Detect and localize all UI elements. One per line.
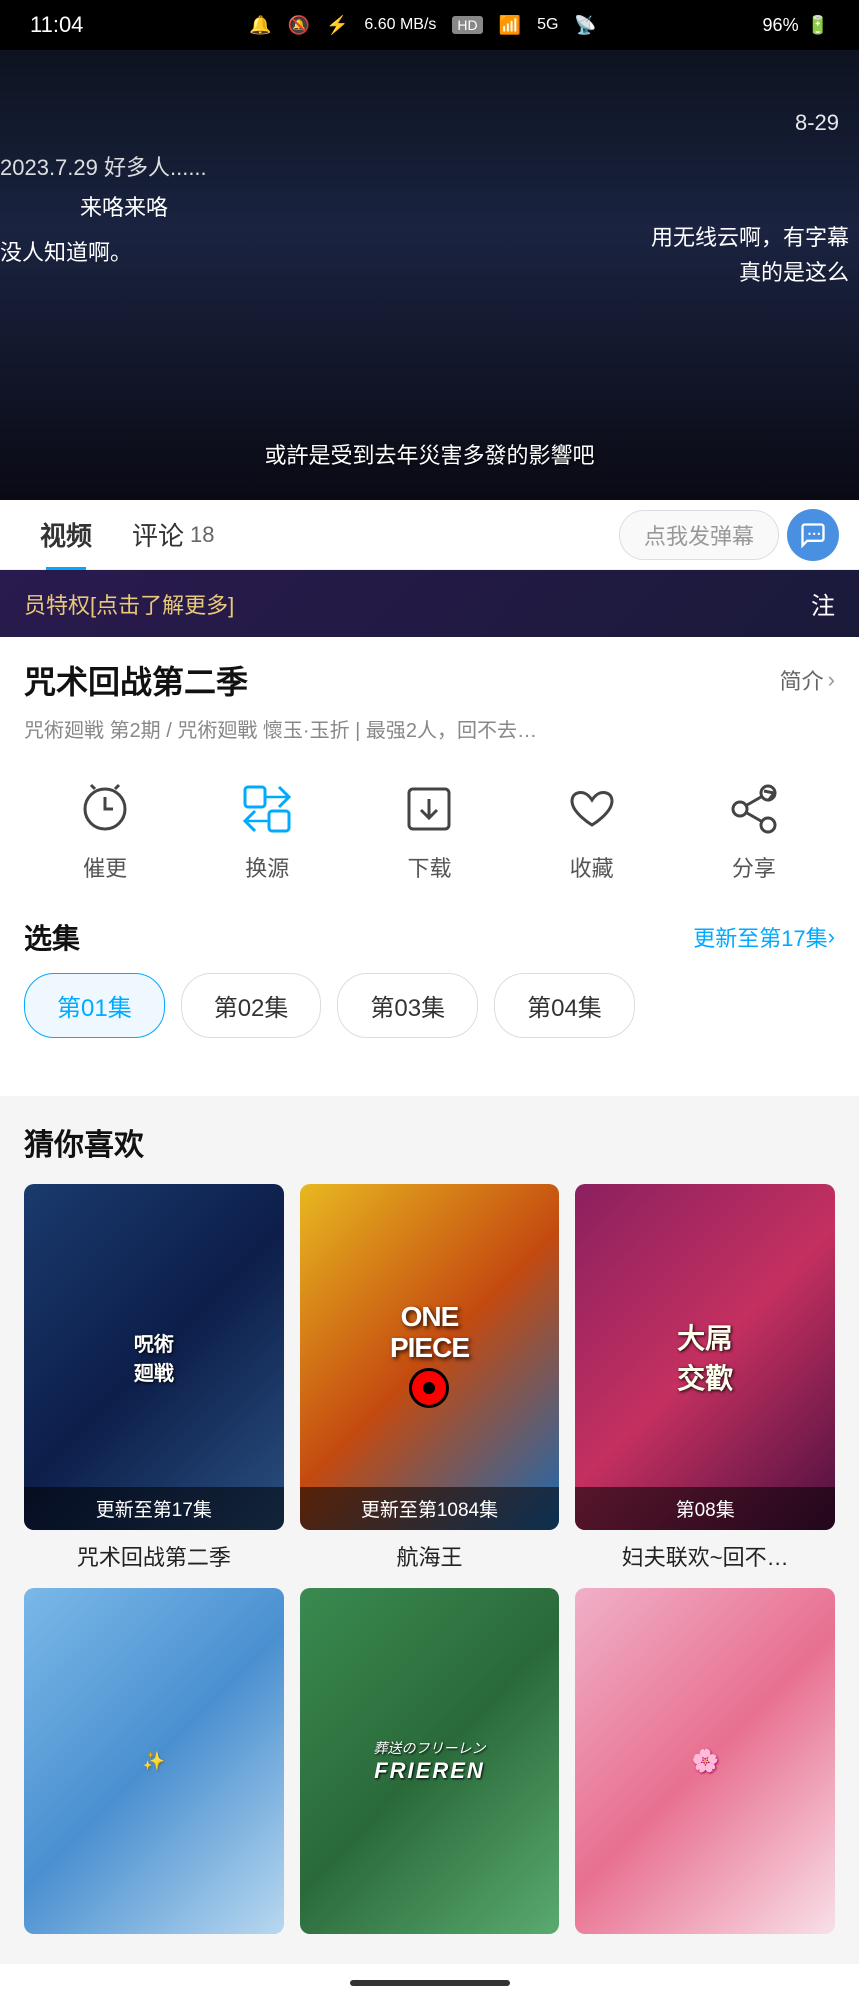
episode-header: 选集 更新至第17集 › bbox=[24, 917, 835, 957]
episode-btn-03[interactable]: 第03集 bbox=[337, 973, 478, 1038]
swap-icon bbox=[235, 777, 299, 841]
video-subtitle: 或許是受到去年災害多發的影響吧 bbox=[264, 438, 594, 470]
recommend-section: 猜你喜欢 呪術廻戦 更新至第17集 咒术回战第二季 ONEPIECE bbox=[0, 1096, 859, 1944]
source-label: 换源 bbox=[245, 851, 289, 883]
recommend-item-frieren[interactable]: 葬送のフリーレンFRIEREN bbox=[300, 1588, 560, 1944]
danmaku-send-icon bbox=[799, 521, 827, 549]
recommend-item-sky[interactable]: ✨ bbox=[24, 1588, 284, 1944]
member-banner-text: 员特权[点击了解更多] bbox=[24, 588, 234, 620]
title-row: 咒术回战第二季 简介 › bbox=[24, 657, 835, 703]
signal-icon: 📡 bbox=[574, 15, 596, 36]
danmaku-send-button[interactable] bbox=[787, 509, 839, 561]
fufu-name: 妇夫联欢~回不… bbox=[575, 1540, 835, 1572]
episode-section-title: 选集 bbox=[24, 917, 80, 957]
clock-icon bbox=[73, 777, 137, 841]
action-remind[interactable]: 催更 bbox=[73, 777, 137, 883]
download-label: 下载 bbox=[407, 851, 451, 883]
intro-button[interactable]: 简介 › bbox=[780, 664, 835, 696]
danmaku-text4: 用无线云啊，有字幕真的是这么 bbox=[651, 220, 849, 290]
series-info: 咒術廻戦 第2期 / 咒術廻戰 懷玉·玉折 | 最强2人，回不去… bbox=[24, 715, 835, 747]
update-arrow-icon: › bbox=[828, 924, 835, 950]
danmaku-input[interactable]: 点我发弹幕 bbox=[619, 510, 779, 560]
sky-cover: ✨ bbox=[24, 1588, 284, 1934]
recommend-grid: 呪術廻戦 更新至第17集 咒术回战第二季 ONEPIECE 更新至第1084集 bbox=[24, 1184, 835, 1944]
onepiece-badge: 更新至第1084集 bbox=[300, 1487, 560, 1530]
danmaku-text1: 2023.7.29 好多人...... bbox=[0, 150, 207, 182]
5g-icon: 5G bbox=[537, 16, 558, 34]
episode-btn-04[interactable]: 第04集 bbox=[494, 973, 635, 1038]
home-indicator-bar bbox=[350, 1980, 510, 1986]
anime-title: 咒术回战第二季 bbox=[24, 657, 248, 703]
status-bar: 11:04 🔔 🔕 ⚡ 6.60 MB/s HD 📶 5G 📡 96% 🔋 bbox=[0, 0, 859, 50]
recommend-item-fufu[interactable]: 大屌交歡 第08集 妇夫联欢~回不… bbox=[575, 1184, 835, 1572]
action-buttons-row: 催更 换源 bbox=[24, 767, 835, 893]
speed-label: 6.60 MB/s bbox=[364, 16, 436, 34]
bluetooth-icon: ⚡ bbox=[326, 15, 348, 36]
tab-video[interactable]: 视频 bbox=[20, 500, 112, 570]
wifi-icon: 📶 bbox=[499, 15, 521, 36]
share-label: 分享 bbox=[732, 851, 776, 883]
fufu-cover: 大屌交歡 bbox=[575, 1184, 835, 1530]
recommend-title: 猜你喜欢 bbox=[24, 1120, 835, 1164]
remind-label: 催更 bbox=[83, 851, 127, 883]
episode-btn-01[interactable]: 第01集 bbox=[24, 973, 165, 1038]
status-icons: 🔔 🔕 ⚡ 6.60 MB/s HD 📶 5G 📡 bbox=[83, 15, 762, 36]
danmaku-text3: 没人知道啊。 bbox=[0, 235, 132, 267]
recommend-item-jujutsu[interactable]: 呪術廻戦 更新至第17集 咒术回战第二季 bbox=[24, 1184, 284, 1572]
status-time: 11:04 bbox=[30, 12, 83, 38]
download-icon bbox=[397, 777, 461, 841]
member-banner[interactable]: 员特权[点击了解更多] 注 bbox=[0, 570, 859, 637]
battery-icon: 🔋 bbox=[807, 15, 829, 36]
danmaku-date: 8-29 bbox=[795, 110, 839, 136]
battery-percent: 96% bbox=[763, 15, 799, 36]
video-player[interactable]: 8-29 2023.7.29 好多人...... 来咯来咯 没人知道啊。 用无线… bbox=[0, 50, 859, 500]
jujutsu-name: 咒术回战第二季 bbox=[24, 1540, 284, 1572]
share-icon bbox=[722, 777, 786, 841]
intro-arrow-icon: › bbox=[828, 667, 835, 693]
recommend-thumb-sky: ✨ bbox=[24, 1588, 284, 1934]
recommend-item-onepiece[interactable]: ONEPIECE 更新至第1084集 航海王 bbox=[300, 1184, 560, 1572]
recommend-thumb-jujutsu: 呪術廻戦 更新至第17集 bbox=[24, 1184, 284, 1530]
frieren-cover: 葬送のフリーレンFRIEREN bbox=[300, 1588, 560, 1934]
tab-comment[interactable]: 评论 18 bbox=[112, 500, 235, 570]
onepiece-name: 航海王 bbox=[300, 1540, 560, 1572]
action-download[interactable]: 下载 bbox=[397, 777, 461, 883]
action-share[interactable]: 分享 bbox=[722, 777, 786, 883]
content-area: 咒术回战第二季 简介 › 咒術廻戦 第2期 / 咒術廻戰 懷玉·玉折 | 最强2… bbox=[0, 637, 859, 1096]
danmaku-controls: 点我发弹幕 bbox=[619, 509, 839, 561]
fufu-badge: 第08集 bbox=[575, 1487, 835, 1530]
episode-btn-02[interactable]: 第02集 bbox=[181, 973, 322, 1038]
battery-area: 96% 🔋 bbox=[763, 15, 829, 36]
recommend-item-sakura[interactable]: 🌸 bbox=[575, 1588, 835, 1944]
update-info-text: 更新至第17集 bbox=[693, 921, 827, 953]
member-banner-right: 注 bbox=[811, 586, 835, 621]
bottom-indicator bbox=[0, 1964, 859, 1998]
danmaku-text2: 来咯来咯 bbox=[80, 190, 168, 222]
jujutsu-cover: 呪術廻戦 bbox=[24, 1184, 284, 1530]
favorite-label: 收藏 bbox=[570, 851, 614, 883]
recommend-thumb-sakura: 🌸 bbox=[575, 1588, 835, 1934]
alarm-icon: 🔔 bbox=[249, 15, 271, 36]
heart-icon bbox=[560, 777, 624, 841]
hd-badge: HD bbox=[452, 16, 482, 34]
action-source[interactable]: 换源 bbox=[235, 777, 299, 883]
action-favorite[interactable]: 收藏 bbox=[560, 777, 624, 883]
tab-bar: 视频 评论 18 点我发弹幕 bbox=[0, 500, 859, 570]
recommend-thumb-fufu: 大屌交歡 第08集 bbox=[575, 1184, 835, 1530]
recommend-thumb-frieren: 葬送のフリーレンFRIEREN bbox=[300, 1588, 560, 1934]
recommend-thumb-onepiece: ONEPIECE 更新至第1084集 bbox=[300, 1184, 560, 1530]
onepiece-cover: ONEPIECE bbox=[300, 1184, 560, 1530]
jujutsu-badge: 更新至第17集 bbox=[24, 1487, 284, 1530]
update-info[interactable]: 更新至第17集 › bbox=[693, 921, 835, 953]
mute-icon: 🔕 bbox=[288, 15, 310, 36]
episode-list: 第01集 第02集 第03集 第04集 bbox=[24, 973, 835, 1046]
sakura-cover: 🌸 bbox=[575, 1588, 835, 1934]
